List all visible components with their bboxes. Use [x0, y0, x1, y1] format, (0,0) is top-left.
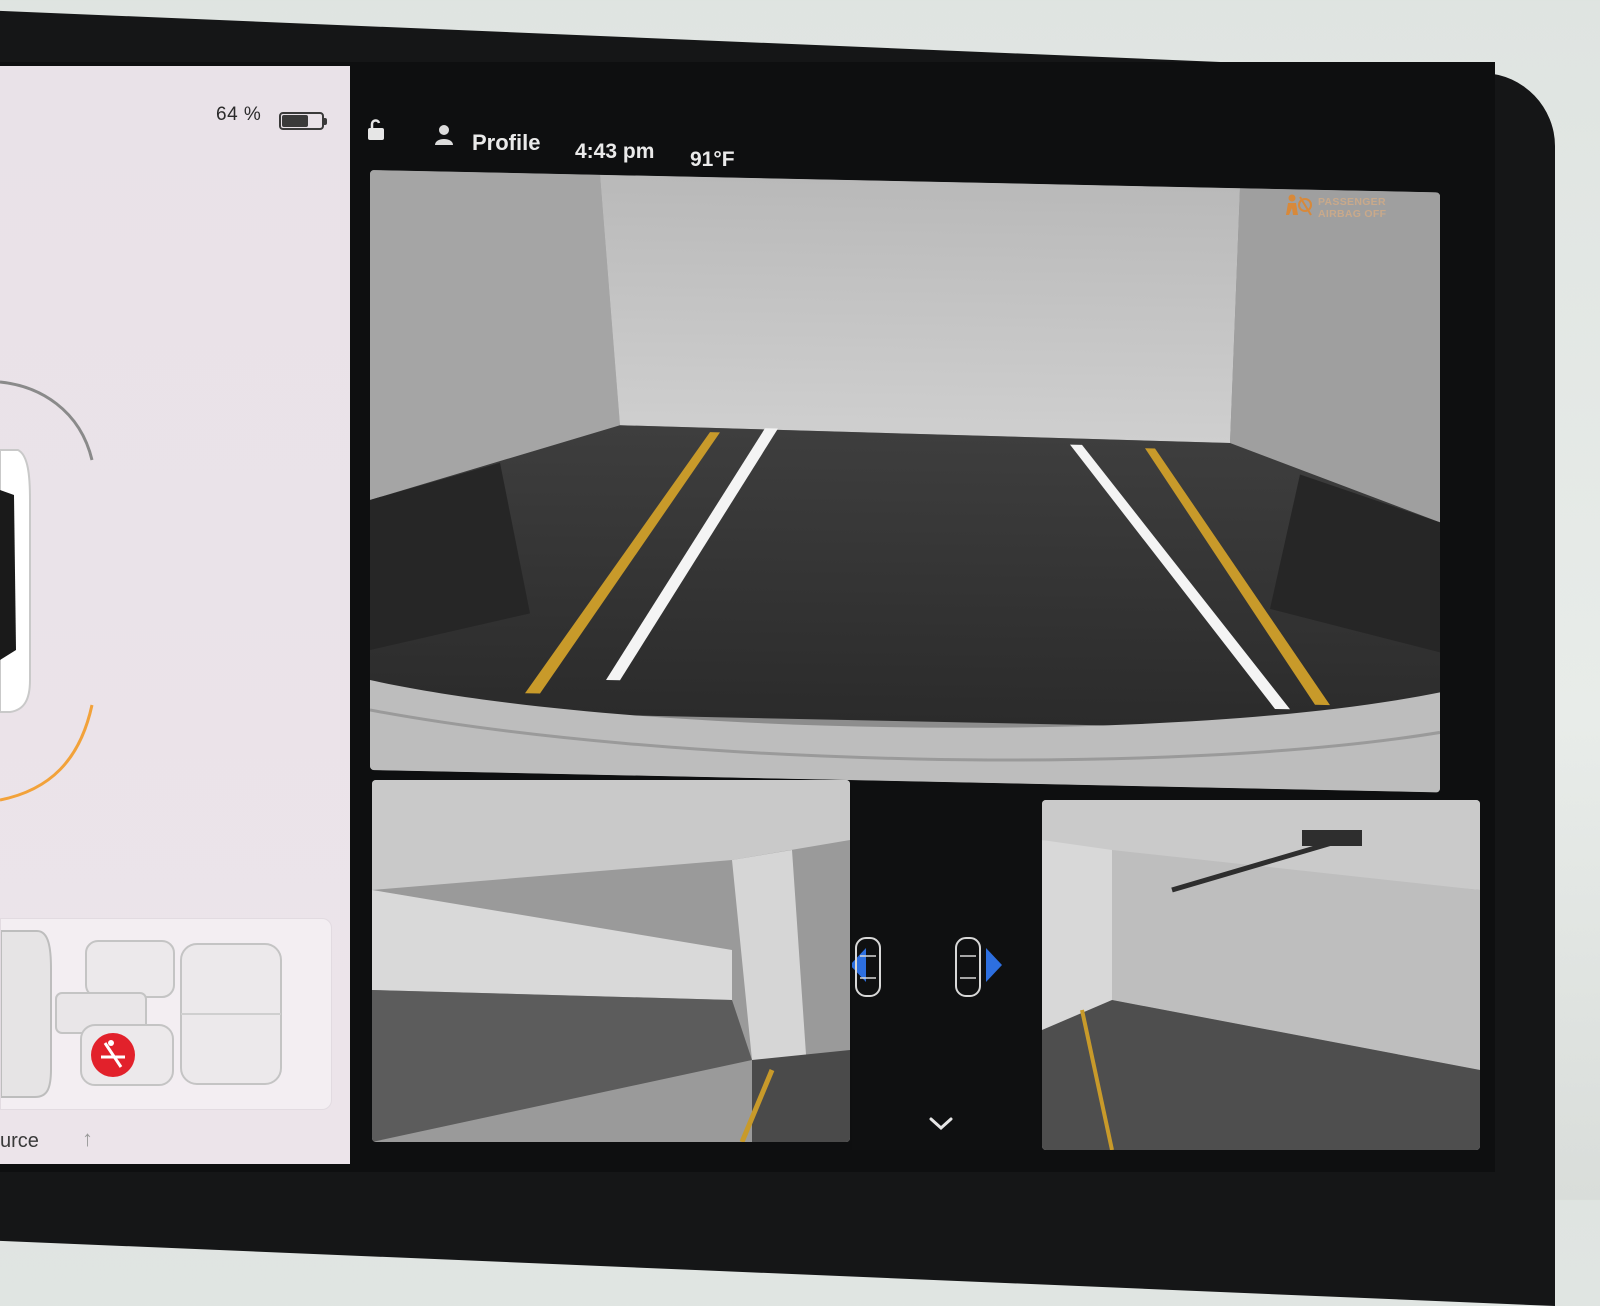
battery-icon: [279, 112, 327, 130]
battery-percentage: 64 %: [216, 104, 262, 125]
seatbelt-warning-icon: [91, 1033, 135, 1077]
camera-selector-panel: [850, 790, 1040, 1150]
profile-button[interactable]: Profile: [472, 130, 540, 156]
outside-temperature: 91°F: [690, 148, 735, 171]
car-top-view-graphic: [0, 380, 94, 802]
left-camera-image: [372, 780, 850, 1142]
passenger-airbag-status: PASSENGER AIRBAG OFF: [1318, 196, 1418, 220]
path-line-lower: [0, 704, 94, 802]
seat-occupancy-card: [0, 918, 332, 1110]
right-side-car-indicator[interactable]: [955, 937, 1002, 997]
path-line-upper: [0, 380, 94, 461]
clock: 4:43 pm: [575, 140, 655, 163]
left-repeater-camera-feed[interactable]: [372, 780, 850, 1142]
left-side-car-indicator[interactable]: [850, 937, 881, 997]
driver-seat: [0, 930, 52, 1098]
chevron-down-icon[interactable]: [928, 1116, 954, 1132]
right-repeater-camera-feed[interactable]: [1042, 800, 1480, 1150]
unlocked-padlock-icon[interactable]: [366, 118, 388, 142]
battery-fill: [282, 115, 309, 127]
rear-camera-image: [370, 170, 1440, 793]
airbag-status-line2: AIRBAG OFF: [1318, 208, 1387, 220]
airbag-status-line1: PASSENGER: [1318, 196, 1386, 208]
seat-map-graphic: [0, 930, 282, 1098]
airbag-off-icon: [1286, 194, 1312, 216]
rear-camera-feed[interactable]: [370, 170, 1440, 793]
expand-up-icon[interactable]: ↑: [82, 1126, 93, 1152]
rear-seat-left: [85, 940, 175, 998]
right-camera-image: [1042, 800, 1480, 1150]
person-icon[interactable]: [434, 124, 454, 146]
source-label[interactable]: urce: [0, 1130, 39, 1153]
mirror-indicators: [850, 937, 1002, 997]
car-windshield: [0, 490, 16, 660]
